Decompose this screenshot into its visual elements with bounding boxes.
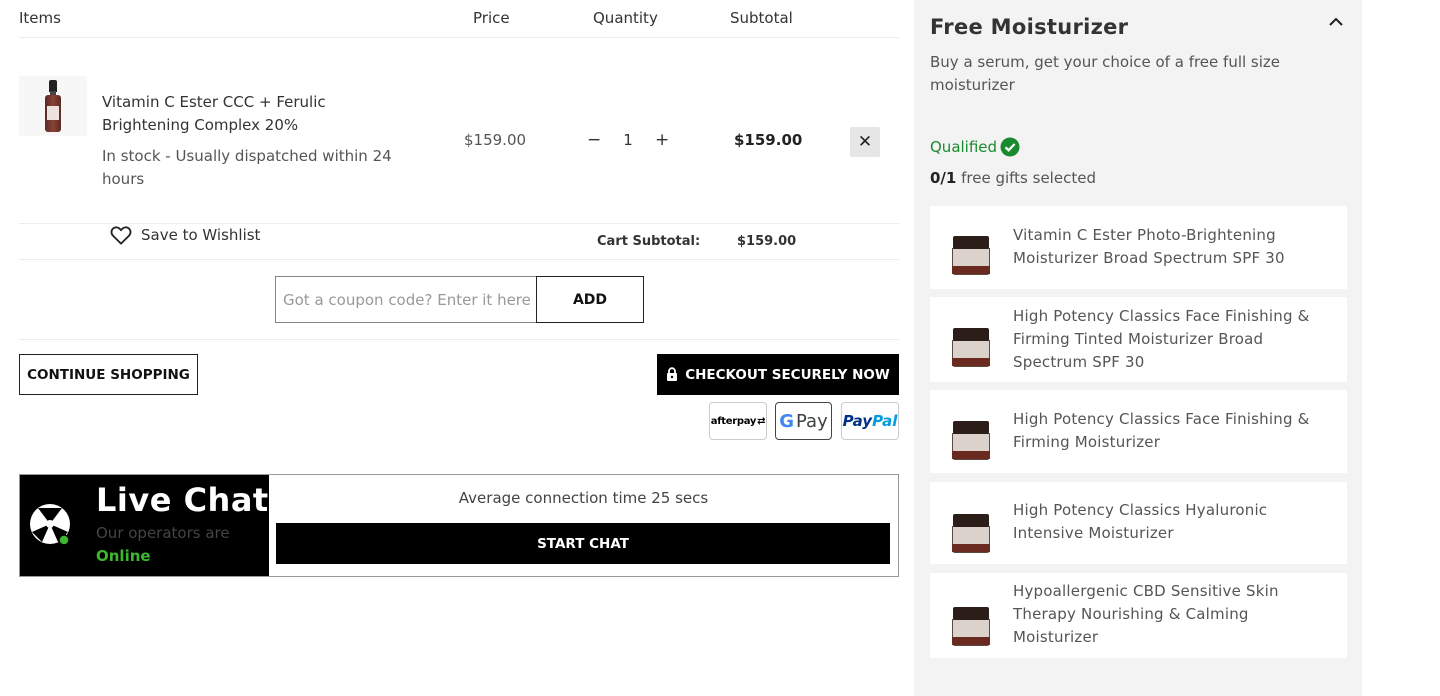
promo-description: Buy a serum, get your choice of a free f… <box>930 53 1281 94</box>
paypal-logo-part1: Pay <box>842 412 873 430</box>
moisturizer-jar-icon <box>951 514 991 554</box>
header-items: Items <box>19 9 61 27</box>
google-pay-label: Pay <box>796 410 828 432</box>
quantity-value[interactable]: 1 <box>621 131 635 149</box>
gift-option[interactable]: High Potency Classics Face Finishing & F… <box>930 297 1347 382</box>
checkout-label: CHECKOUT SECURELY NOW <box>685 366 890 383</box>
checkout-button[interactable]: CHECKOUT SECURELY NOW <box>657 354 899 395</box>
paypal-button[interactable]: Pay Pal <box>841 402 899 440</box>
afterpay-logo: afterpay <box>710 415 757 427</box>
continue-shopping-button[interactable]: CONTINUE SHOPPING <box>19 354 198 395</box>
quantity-increase-button[interactable]: + <box>655 130 669 150</box>
cart-subtotal-row: Cart Subtotal: $159.00 <box>19 224 899 260</box>
live-chat-brand: Live Chat Our operators are Online <box>20 475 269 576</box>
product-name-link[interactable]: Vitamin C Ester CCC + Ferulic Brightenin… <box>102 91 362 137</box>
cart-subtotal-value: $159.00 <box>737 234 797 249</box>
gift-name: High Potency Classics Hyaluronic Intensi… <box>1013 501 1268 542</box>
remove-item-button[interactable]: ✕ <box>850 127 880 157</box>
gift-count-selected: 0/1 <box>930 169 957 187</box>
moisturizer-jar-icon <box>951 328 991 368</box>
gift-count-text: free gifts selected <box>956 169 1096 187</box>
gift-name: High Potency Classics Face Finishing & F… <box>1013 307 1310 371</box>
header-quantity: Quantity <box>593 9 658 27</box>
add-coupon-button[interactable]: ADD <box>536 276 644 323</box>
gift-option[interactable]: Hypoallergenic CBD Sensitive Skin Therap… <box>930 573 1347 658</box>
coupon-row: ADD <box>19 260 899 340</box>
gift-name: Vitamin C Ester Photo-Brightening Moistu… <box>1013 226 1285 267</box>
cart-subtotal-label: Cart Subtotal: <box>597 234 701 249</box>
moisturizer-jar-icon <box>951 607 991 647</box>
qualified-label: Qualified <box>930 138 998 156</box>
moisturizer-jar-icon <box>951 421 991 461</box>
google-pay-button[interactable]: G Pay <box>775 402 832 440</box>
lock-icon <box>667 367 678 381</box>
live-chat-logo-icon <box>30 504 70 546</box>
afterpay-button[interactable]: afterpay ⇄ <box>709 402 767 440</box>
promo-title: Free Moisturizer <box>930 15 1129 39</box>
serum-bottle-icon <box>45 80 61 132</box>
qualified-status: Qualified <box>930 137 1020 157</box>
header-price: Price <box>473 9 510 27</box>
gift-name: Hypoallergenic CBD Sensitive Skin Therap… <box>1013 582 1279 646</box>
gift-name: High Potency Classics Face Finishing & F… <box>1013 410 1310 451</box>
live-chat-subtitle: Our operators are <box>96 524 230 542</box>
quantity-decrease-button[interactable]: − <box>587 130 601 150</box>
start-chat-button[interactable]: START CHAT <box>276 523 890 564</box>
stock-status: In stock - Usually dispatched within 24 … <box>102 147 392 188</box>
gift-count: 0/1 free gifts selected <box>930 169 1096 187</box>
cart-item-row: Vitamin C Ester CCC + Ferulic Brightenin… <box>19 38 899 245</box>
cart-table: Items Price Quantity Subtotal Vitamin C … <box>19 0 899 340</box>
google-g-icon: G <box>779 410 795 432</box>
check-circle-icon <box>1000 137 1020 157</box>
live-chat-widget: Live Chat Our operators are Online Avera… <box>19 474 899 577</box>
gift-option[interactable]: Vitamin C Ester Photo-Brightening Moistu… <box>930 206 1347 289</box>
product-image[interactable] <box>19 76 87 136</box>
close-icon: ✕ <box>857 132 873 152</box>
chevron-up-icon[interactable] <box>1328 14 1344 30</box>
gift-option[interactable]: High Potency Classics Hyaluronic Intensi… <box>930 482 1347 564</box>
item-subtotal: $159.00 <box>734 131 803 149</box>
afterpay-arrows-icon: ⇄ <box>757 415 766 427</box>
live-chat-status: Online <box>96 547 151 565</box>
quantity-stepper: − 1 + <box>587 130 677 153</box>
item-price: $159.00 <box>464 131 527 149</box>
cart-table-header: Items Price Quantity Subtotal <box>19 0 899 38</box>
average-connection-time: Average connection time 25 secs <box>458 489 709 507</box>
header-subtotal: Subtotal <box>730 9 793 27</box>
moisturizer-jar-icon <box>951 236 991 276</box>
coupon-code-input[interactable] <box>275 276 537 323</box>
gift-option[interactable]: High Potency Classics Face Finishing & F… <box>930 390 1347 473</box>
live-chat-title: Live Chat <box>96 481 269 519</box>
free-gift-panel: Free Moisturizer Buy a serum, get your c… <box>914 0 1362 696</box>
paypal-logo-part2: Pal <box>872 412 898 430</box>
